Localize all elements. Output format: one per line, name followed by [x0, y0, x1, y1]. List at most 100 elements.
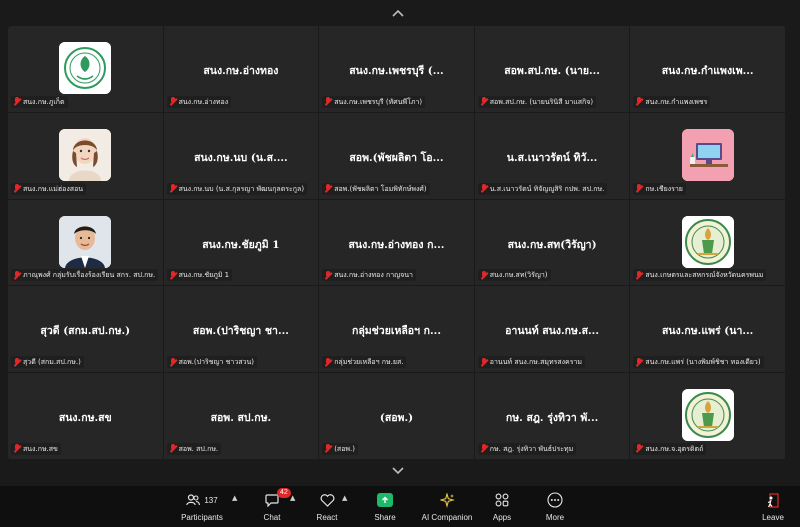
- participant-tile[interactable]: ภาณุพงศ์ กลุ่มรับเรื่องร้องเรียน สกร. สป…: [8, 199, 164, 287]
- participant-name-text: สอพ. สป.กษ.: [178, 444, 219, 453]
- participant-name-text: สนง.กษ.ภูเก็ต: [23, 97, 65, 106]
- participant-tile[interactable]: สนง.กษ.แพร่ (นา... สนง.กษ.แพร่ (นางพิมพ์ช…: [630, 286, 786, 374]
- participant-name-label: สนง.กษ.ชัยภูมิ 1: [166, 269, 233, 282]
- leave-button[interactable]: Leave: [758, 490, 788, 524]
- participant-tile[interactable]: น.ส.เนาวรัตน์ ทิวั... น.ส.เนาวรัตน์ ทิจัญ…: [474, 112, 631, 200]
- participant-display-name: สุวดี (สกม.สป.กษ.): [40, 325, 131, 338]
- participants-button[interactable]: 137 Participants: [178, 490, 226, 524]
- participant-tile[interactable]: กลุ่มช่วยเหลือฯ ก... กลุ่มช่วยเหลือฯ กษ.ย…: [319, 286, 475, 374]
- participant-display-name: กลุ่มช่วยเหลือฯ ก...: [351, 325, 441, 338]
- participant-name-text: (สอพ.): [334, 444, 355, 453]
- muted-mic-icon: [169, 357, 177, 367]
- participant-name-text: สนง.กษ.นบ (น.ส.กุลรญา พัฒนกุลตระกูล): [178, 184, 305, 193]
- react-label: React: [316, 513, 338, 522]
- participant-display-name: สนง.กษ.สท(วิรัญา): [507, 238, 597, 251]
- participant-tile[interactable]: สอพ. สป.กษ. สอพ. สป.กษ.: [163, 373, 320, 460]
- chat-button[interactable]: 42 Chat: [256, 488, 291, 524]
- muted-mic-icon: [480, 97, 488, 106]
- apps-label: Apps: [492, 513, 512, 522]
- participant-name-label: สอพ.(ปาริชญา ชาวสวน): [166, 356, 257, 369]
- react-caret-icon[interactable]: ▲: [342, 494, 347, 502]
- more-button[interactable]: More: [540, 490, 570, 524]
- participant-tile[interactable]: สนง.กษ.อ่างทอง สนง.กษ.อ่างทอง: [163, 26, 320, 113]
- participant-display-name: สนง.กษ.เพชรบุรี (...: [349, 65, 444, 77]
- participant-display-name: สอพ.สป.กษ. (นาย...: [504, 65, 600, 77]
- muted-mic-icon: [13, 270, 21, 280]
- chat-unread-badge: 42: [277, 488, 291, 498]
- participant-tile[interactable]: สนง.กษ.กำแพงเพ... สนง.กษ.กำแพงเพชร: [630, 26, 786, 113]
- participant-display-name: สนง.กษ.สข: [58, 412, 112, 425]
- participant-name-text: สุวดี (สกม.สป.กษ.): [23, 358, 81, 367]
- participant-name-text: สนง.กษ.จ.อุตรดิตถ์: [645, 444, 704, 453]
- share-button[interactable]: Share: [369, 490, 401, 524]
- react-button[interactable]: React: [311, 490, 343, 524]
- participant-name-text: สนง.กษ.สท(วิรัญา): [489, 271, 548, 280]
- muted-mic-icon: [169, 97, 177, 106]
- muted-mic-icon: [635, 357, 643, 367]
- participant-name-label: สนง.กษ.กำแพงเพชร: [633, 95, 711, 108]
- apps-button[interactable]: Apps: [487, 490, 517, 524]
- participant-name-label: กษ.เชียงราย: [633, 182, 686, 195]
- participant-tile[interactable]: สนง.กษ.เพชรบุรี (... สนง.กษ.เพชรบุรี (ทัศ…: [319, 26, 475, 113]
- page-up-chevron-icon[interactable]: [388, 6, 408, 20]
- share-label: Share: [374, 513, 396, 522]
- participant-avatar: [59, 128, 112, 181]
- participant-name-text: กษ.เชียงราย: [645, 184, 683, 193]
- participant-tile[interactable]: สุวดี (สกม.สป.กษ.) สุวดี (สกม.สป.กษ.): [8, 286, 164, 374]
- participant-name-text: สอพ.สป.กษ. (นายนรินิสี มาแสกิจ): [489, 97, 594, 106]
- participants-caret-icon[interactable]: ▲: [232, 494, 237, 502]
- participant-tile[interactable]: สนง.กษ.ภูเก็ต: [8, 26, 164, 113]
- muted-mic-icon: [635, 270, 643, 280]
- apps-icon: [495, 490, 509, 510]
- participant-avatar: [59, 42, 112, 94]
- participant-name-text: สอพ.(ปาริชญา ชาวสวน): [178, 358, 254, 367]
- participant-tile[interactable]: สอพ.(พัชผลิตา โอ... สอพ.(พัชผลิตา โอมพิทั…: [319, 112, 475, 200]
- participant-name-text: สนง.กษ.ชัยภูมิ 1: [178, 271, 230, 280]
- page-down-chevron-icon[interactable]: [388, 464, 408, 478]
- participant-tile[interactable]: สนง.กษ.จ.อุตรดิตถ์: [630, 373, 786, 460]
- participant-display-name: กษ. สฎ. รุ่งทิวา พั...: [505, 412, 599, 425]
- participant-tile[interactable]: สนง.กษ.แม่ฮ่องสอน: [8, 112, 164, 200]
- participant-name-text: น.ส.เนาวรัตน์ ทิจัญญูสิริ กปพ. สป.กษ.: [489, 184, 605, 193]
- participant-tile[interactable]: สนง.กษ.สท(วิรัญา) สนง.กษ.สท(วิรัญา): [474, 199, 631, 287]
- participant-tile[interactable]: สนง.กษ.ชัยภูมิ 1 สนง.กษ.ชัยภูมิ 1: [163, 199, 320, 287]
- participant-name-label: สอพ.(พัชผลิตา โอมพิทักษ์พงศ์): [322, 182, 430, 195]
- participant-name-label: สุวดี (สกม.สป.กษ.): [11, 356, 84, 369]
- participant-display-name: น.ส.เนาวรัตน์ ทิวั...: [506, 151, 598, 164]
- participant-tile[interactable]: สนง.กษ.นบ (น.ส.... สนง.กษ.นบ (น.ส.กุลรญา …: [163, 112, 320, 200]
- participant-name-text: อานนท์ สนง.กษ.สมุทรสงคราม: [489, 358, 583, 367]
- muted-mic-icon: [13, 97, 21, 106]
- participant-name-text: สนง.กษ.แพร่ (นางพิมพ์ชิชา ทองเดียว): [645, 358, 761, 367]
- participant-name-label: สนง.กษ.นบ (น.ส.กุลรญา พัฒนกุลตระกูล): [166, 182, 308, 195]
- participant-name-text: กลุ่มช่วยเหลือฯ กษ.ยส.: [334, 358, 404, 367]
- participant-tile[interactable]: สนง.เกษตรและสหกรณ์จังหวัดนครพนม: [630, 199, 786, 287]
- more-label: More: [545, 513, 565, 522]
- muted-mic-icon: [635, 444, 643, 453]
- participant-display-name: สอพ.(ปาริชญา ชา...: [192, 325, 289, 338]
- chat-icon: 42: [265, 488, 291, 510]
- participant-tile[interactable]: กษ. สฎ. รุ่งทิวา พั... กษ. สฎ. รุ่งทิวา พ…: [474, 373, 631, 460]
- participants-count: 137: [204, 495, 218, 505]
- participant-display-name: (สอพ.): [379, 412, 414, 425]
- participant-tile[interactable]: สอพ.(ปาริชญา ชา... สอพ.(ปาริชญา ชาวสวน): [163, 286, 320, 374]
- participant-tile[interactable]: สนง.กษ.สข สนง.กษ.สข: [8, 373, 164, 460]
- participant-tile[interactable]: อานนท์ สนง.กษ.ส... อานนท์ สนง.กษ.สมุทรสงค…: [474, 286, 631, 374]
- muted-mic-icon: [169, 444, 177, 453]
- muted-mic-icon: [480, 357, 488, 367]
- participant-name-label: สนง.กษ.แพร่ (นางพิมพ์ชิชา ทองเดียว): [633, 356, 764, 369]
- participant-avatar: [681, 128, 734, 181]
- chat-caret-icon[interactable]: ▲: [290, 494, 295, 502]
- meeting-toolbar: 137 Participants ▲ 42 Chat ▲ React ▲ Sha…: [0, 486, 800, 527]
- ai-companion-label: AI Companion: [421, 513, 473, 522]
- participant-tile[interactable]: สอพ.สป.กษ. (นาย... สอพ.สป.กษ. (นายนรินิสี…: [474, 26, 631, 113]
- muted-mic-icon: [324, 184, 332, 193]
- participant-tile[interactable]: กษ.เชียงราย: [630, 112, 786, 200]
- participant-avatar: [681, 215, 734, 268]
- participant-name-label: สนง.กษ.สท(วิรัญา): [477, 269, 551, 282]
- participant-name-text: สนง.กษ.แม่ฮ่องสอน: [23, 184, 84, 193]
- participant-tile[interactable]: สนง.กษ.อ่างทอง ก... สนง.กษ.อ่างทอง กาญจนา: [319, 199, 475, 287]
- participant-tile[interactable]: (สอพ.) (สอพ.): [319, 373, 475, 460]
- muted-mic-icon: [324, 357, 332, 367]
- ai-companion-button[interactable]: AI Companion: [419, 490, 475, 524]
- sparkle-icon: [439, 490, 455, 510]
